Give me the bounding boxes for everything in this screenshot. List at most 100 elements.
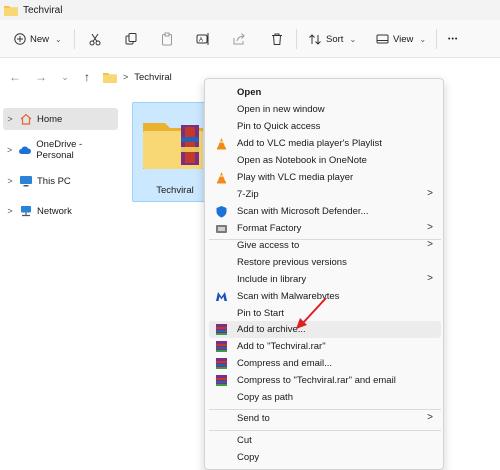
menu-item-format-factory[interactable]: Format Factory > xyxy=(209,220,441,237)
vlc-icon xyxy=(215,171,228,184)
chevron-right-icon: > xyxy=(7,145,13,155)
menu-item-copy-path[interactable]: Copy as path xyxy=(209,389,441,406)
sort-label: Sort xyxy=(326,33,344,45)
arrow-up-icon: ↑ xyxy=(84,70,90,84)
menu-item-vlc-play[interactable]: Play with VLC media player xyxy=(209,169,441,186)
chevron-right-icon: > xyxy=(7,176,13,186)
copy-icon xyxy=(125,33,137,45)
menu-item-cut[interactable]: Cut xyxy=(209,432,441,449)
winrar-icon xyxy=(215,357,228,370)
chevron-down-icon: ⌄ xyxy=(349,34,357,44)
up-button[interactable]: ↑ xyxy=(78,68,96,86)
chevron-down-icon: ⌄ xyxy=(61,71,69,82)
menu-item-open[interactable]: Open xyxy=(209,84,441,101)
folder-icon xyxy=(4,5,18,16)
menu-item-defender-scan[interactable]: Scan with Microsoft Defender... xyxy=(209,203,441,220)
sidebar-item-onedrive[interactable]: > OneDrive - Personal xyxy=(3,139,118,161)
back-button[interactable]: ← xyxy=(6,68,24,86)
folder-icon xyxy=(103,72,117,83)
chevron-right-icon: > xyxy=(427,239,433,250)
menu-item-copy[interactable]: Copy xyxy=(209,449,441,466)
menu-item-label: Copy xyxy=(237,452,260,463)
more-options-button[interactable]: ••• xyxy=(448,20,458,58)
share-icon xyxy=(233,33,245,45)
view-icon xyxy=(376,34,389,44)
menu-item-label: Send to xyxy=(237,413,270,424)
menu-item-compress-email[interactable]: Compress and email... xyxy=(209,355,441,372)
copy-button[interactable] xyxy=(124,20,138,58)
chevron-right-icon: > xyxy=(7,114,13,124)
menu-item-send-to[interactable]: Send to > xyxy=(209,410,441,427)
menu-divider xyxy=(209,430,441,431)
sidebar-item-label: OneDrive - Personal xyxy=(36,139,83,161)
recent-locations-button[interactable]: ⌄ xyxy=(56,68,74,86)
menu-item-label: Add to VLC media player's Playlist xyxy=(237,138,382,149)
plus-icon xyxy=(14,33,26,45)
menu-item-open-new-window[interactable]: Open in new window xyxy=(209,101,441,118)
format-factory-icon xyxy=(215,222,228,235)
arrow-right-icon: → xyxy=(35,70,47,84)
breadcrumb[interactable]: Techviral xyxy=(134,72,172,83)
rename-icon: A xyxy=(196,33,209,45)
sidebar-item-network[interactable]: > Network xyxy=(3,200,118,222)
divider xyxy=(436,29,437,49)
winrar-icon xyxy=(215,374,228,387)
menu-item-include-library[interactable]: Include in library > xyxy=(209,271,441,288)
home-icon xyxy=(19,113,33,125)
rename-button[interactable]: A xyxy=(196,20,210,58)
annotation-arrow-icon xyxy=(296,297,327,329)
sidebar-item-this-pc[interactable]: > This PC xyxy=(3,170,118,192)
menu-item-label: Open xyxy=(237,87,262,98)
menu-item-label: Pin to Start xyxy=(237,308,284,319)
sort-button[interactable]: Sort ⌄ xyxy=(308,20,356,58)
computer-icon xyxy=(19,175,33,187)
share-button[interactable] xyxy=(232,20,246,58)
svg-text:A: A xyxy=(199,38,203,44)
new-button[interactable]: New ⌄ xyxy=(14,20,62,58)
trash-icon xyxy=(272,33,282,45)
shield-icon xyxy=(215,205,228,218)
cut-button[interactable] xyxy=(88,20,102,58)
menu-item-onenote[interactable]: Open as Notebook in OneNote xyxy=(209,152,441,169)
sort-icon xyxy=(309,33,321,45)
context-menu: Open Open in new window Pin to Quick acc… xyxy=(204,78,444,470)
menu-item-pin-quick-access[interactable]: Pin to Quick access xyxy=(209,118,441,135)
clipboard-icon xyxy=(162,32,172,46)
menu-item-label: Restore previous versions xyxy=(237,257,347,268)
forward-button[interactable]: → xyxy=(32,68,50,86)
more-icon: ••• xyxy=(448,35,459,43)
winrar-icon xyxy=(215,323,228,336)
chevron-down-icon: ⌄ xyxy=(55,34,62,44)
menu-item-label: Copy as path xyxy=(237,392,293,403)
sidebar-item-home[interactable]: > Home xyxy=(3,108,118,130)
view-button[interactable]: View ⌄ xyxy=(376,20,426,58)
menu-item-compress-rar-email[interactable]: Compress to "Techviral.rar" and email xyxy=(209,372,441,389)
winrar-icon xyxy=(215,340,228,353)
divider xyxy=(296,29,297,49)
menu-item-label: Compress to "Techviral.rar" and email xyxy=(237,375,396,386)
menu-item-label: Give access to xyxy=(237,240,300,251)
chevron-right-icon: > xyxy=(427,273,433,284)
chevron-right-icon: > xyxy=(427,222,433,233)
menu-item-give-access[interactable]: Give access to > xyxy=(209,237,441,254)
menu-item-7zip[interactable]: 7-Zip > xyxy=(209,186,441,203)
new-label: New xyxy=(30,33,50,45)
menu-item-label: Compress and email... xyxy=(237,358,333,369)
scissors-icon xyxy=(89,33,101,46)
chevron-right-icon: > xyxy=(7,206,13,216)
menu-item-label: Play with VLC media player xyxy=(237,172,354,183)
menu-item-label: Add to "Techviral.rar" xyxy=(237,341,326,352)
navigation-pane: > Home > OneDrive - Personal > This PC >… xyxy=(0,98,126,470)
arrow-left-icon: ← xyxy=(9,70,21,84)
delete-button[interactable] xyxy=(270,20,284,58)
paste-button[interactable] xyxy=(160,20,174,58)
menu-item-label: Open in new window xyxy=(237,104,325,115)
menu-item-restore-versions[interactable]: Restore previous versions xyxy=(209,254,441,271)
menu-item-label: Pin to Quick access xyxy=(237,121,321,132)
menu-item-vlc-playlist[interactable]: Add to VLC media player's Playlist xyxy=(209,135,441,152)
menu-item-label: Scan with Microsoft Defender... xyxy=(237,206,369,217)
malwarebytes-icon xyxy=(215,290,228,303)
chevron-right-icon: > xyxy=(427,412,433,423)
chevron-down-icon: ⌄ xyxy=(419,34,427,44)
menu-item-add-rar[interactable]: Add to "Techviral.rar" xyxy=(209,338,441,355)
